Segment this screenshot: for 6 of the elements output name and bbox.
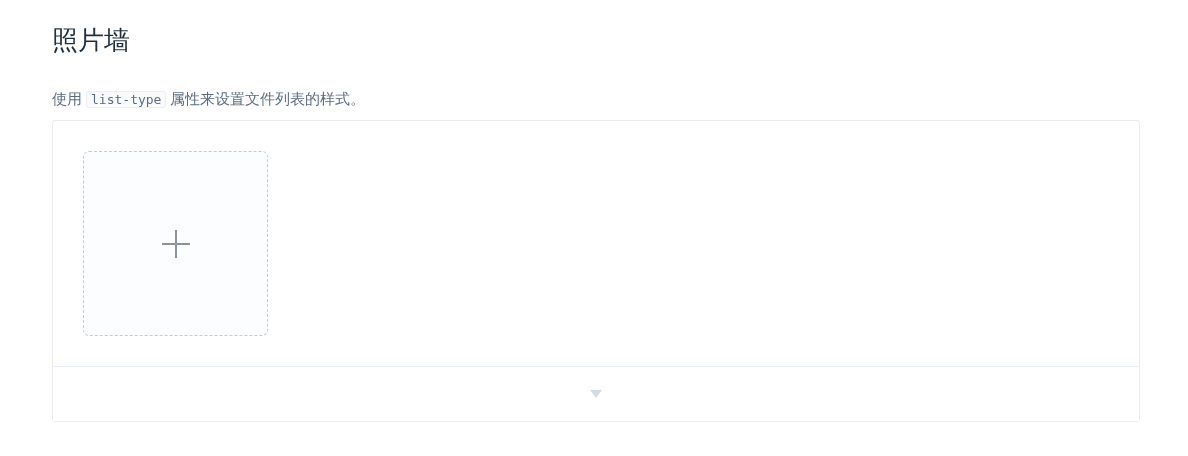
plus-icon [160, 228, 191, 259]
upload-trigger[interactable] [83, 151, 268, 336]
description-text: 使用 list-type 属性来设置文件列表的样式。 [52, 89, 367, 110]
section-title: 照片墙 [52, 24, 131, 57]
expand-bar[interactable] [53, 366, 1139, 421]
caret-icon [590, 390, 602, 398]
